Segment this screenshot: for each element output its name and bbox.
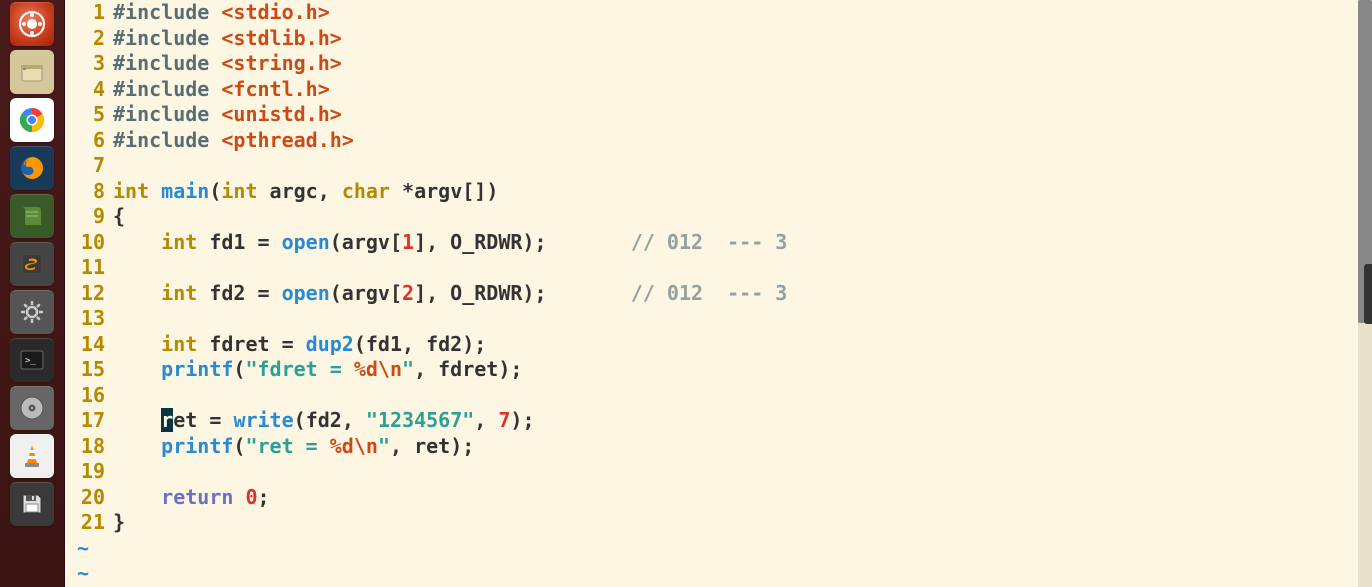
line-number: 1 (65, 0, 113, 26)
code-line[interactable]: 12 int fd2 = open(argv[2], O_RDWR); // 0… (65, 281, 1372, 307)
code-line[interactable]: 15 printf("fdret = %d\n", fdret); (65, 357, 1372, 383)
line-content[interactable]: #include <pthread.h> (113, 128, 354, 154)
terminal-icon[interactable]: >_ (10, 338, 54, 382)
line-content[interactable]: #include <unistd.h> (113, 102, 342, 128)
code-line[interactable]: 18 printf("ret = %d\n", ret); (65, 434, 1372, 460)
line-number: 17 (65, 408, 113, 434)
code-line[interactable]: 5#include <unistd.h> (65, 102, 1372, 128)
line-content[interactable]: ret = write(fd2, "1234567", 7); (113, 408, 535, 434)
line-number: 11 (65, 255, 113, 281)
line-content[interactable]: int fdret = dup2(fd1, fd2); (113, 332, 486, 358)
line-number: 19 (65, 459, 113, 485)
code-line[interactable]: 19 (65, 459, 1372, 485)
line-number: 5 (65, 102, 113, 128)
settings-icon[interactable] (10, 290, 54, 334)
code-line[interactable]: 13 (65, 306, 1372, 332)
line-number: 14 (65, 332, 113, 358)
files-icon[interactable] (10, 50, 54, 94)
line-content[interactable]: { (113, 204, 125, 230)
line-number: 9 (65, 204, 113, 230)
line-number: 15 (65, 357, 113, 383)
code-line[interactable]: 16 (65, 383, 1372, 409)
side-handle-icon[interactable] (1364, 264, 1372, 324)
code-line[interactable]: 9{ (65, 204, 1372, 230)
svg-text:>_: >_ (25, 356, 36, 366)
line-content[interactable]: } (113, 510, 125, 536)
line-content[interactable]: int fd1 = open(argv[1], O_RDWR); // 012 … (113, 230, 787, 256)
line-number: 4 (65, 77, 113, 103)
line-number: 6 (65, 128, 113, 154)
dash-icon[interactable] (10, 2, 54, 46)
line-content[interactable]: printf("ret = %d\n", ret); (113, 434, 474, 460)
line-number: 13 (65, 306, 113, 332)
line-content[interactable]: int fd2 = open(argv[2], O_RDWR); // 012 … (113, 281, 787, 307)
line-number: 7 (65, 153, 113, 179)
line-content[interactable]: int main(int argc, char *argv[]) (113, 179, 498, 205)
code-line[interactable]: 8int main(int argc, char *argv[]) (65, 179, 1372, 205)
line-content[interactable]: #include <string.h> (113, 51, 342, 77)
line-number: 10 (65, 230, 113, 256)
line-content[interactable]: #include <stdio.h> (113, 0, 330, 26)
line-content[interactable]: return 0; (113, 485, 270, 511)
empty-line-tilde: ~ (65, 536, 1372, 562)
vlc-icon[interactable] (10, 434, 54, 478)
code-line[interactable]: 3#include <string.h> (65, 51, 1372, 77)
code-area[interactable]: 1#include <stdio.h>2#include <stdlib.h>3… (65, 0, 1372, 587)
code-line[interactable]: 1#include <stdio.h> (65, 0, 1372, 26)
code-line[interactable]: 21} (65, 510, 1372, 536)
code-line[interactable]: 4#include <fcntl.h> (65, 77, 1372, 103)
firefox-icon[interactable] (10, 146, 54, 190)
line-number: 3 (65, 51, 113, 77)
code-line[interactable]: 17 ret = write(fd2, "1234567", 7); (65, 408, 1372, 434)
code-line[interactable]: 11 (65, 255, 1372, 281)
code-line[interactable]: 20 return 0; (65, 485, 1372, 511)
line-content[interactable]: #include <fcntl.h> (113, 77, 330, 103)
unity-launcher: >_ (0, 0, 65, 587)
line-content[interactable]: #include <stdlib.h> (113, 26, 342, 52)
line-content[interactable]: printf("fdret = %d\n", fdret); (113, 357, 522, 383)
empty-line-tilde: ~ (65, 561, 1372, 587)
chrome-icon[interactable] (10, 98, 54, 142)
line-number: 21 (65, 510, 113, 536)
disk-icon[interactable] (10, 386, 54, 430)
book-icon[interactable] (10, 194, 54, 238)
sublime-icon[interactable] (10, 242, 54, 286)
code-line[interactable]: 14 int fdret = dup2(fd1, fd2); (65, 332, 1372, 358)
code-line[interactable]: 7 (65, 153, 1372, 179)
code-editor[interactable]: 1#include <stdio.h>2#include <stdlib.h>3… (65, 0, 1372, 587)
line-number: 20 (65, 485, 113, 511)
code-line[interactable]: 2#include <stdlib.h> (65, 26, 1372, 52)
line-number: 12 (65, 281, 113, 307)
line-number: 8 (65, 179, 113, 205)
line-number: 16 (65, 383, 113, 409)
line-number: 2 (65, 26, 113, 52)
code-line[interactable]: 6#include <pthread.h> (65, 128, 1372, 154)
save-icon[interactable] (10, 482, 54, 526)
code-line[interactable]: 10 int fd1 = open(argv[1], O_RDWR); // 0… (65, 230, 1372, 256)
line-number: 18 (65, 434, 113, 460)
